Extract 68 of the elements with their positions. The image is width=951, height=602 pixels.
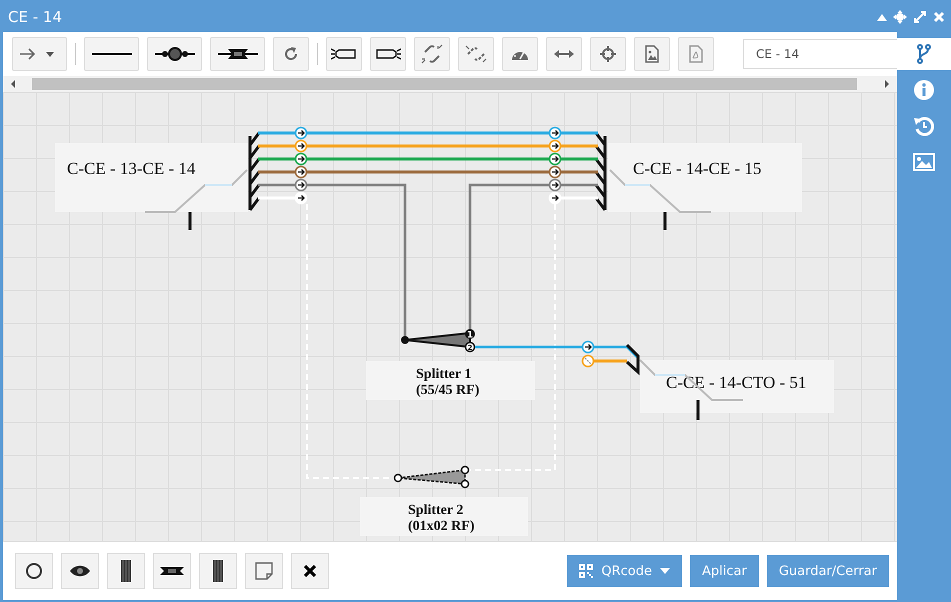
fiber-connector-icon <box>294 140 308 152</box>
note-icon <box>255 562 273 580</box>
info-icon <box>914 80 934 100</box>
splice-icon <box>218 48 258 60</box>
redo-icon <box>283 46 299 62</box>
collapse-icon <box>877 14 887 20</box>
width-icon <box>554 49 574 59</box>
fiber-connector-icon <box>548 166 562 178</box>
qrcode-icon <box>579 564 594 578</box>
circle-icon <box>25 562 43 580</box>
action-button[interactable]: Aplicar <box>690 555 759 587</box>
fiber-connector-icon <box>548 152 562 166</box>
light-source-icon <box>375 47 401 61</box>
fiber-connector-icon <box>548 192 562 204</box>
crosshair-icon <box>600 46 616 62</box>
splitter-ratio: (01x02 RF) <box>408 519 474 534</box>
caret-icon <box>660 568 670 574</box>
image-icon <box>913 153 935 171</box>
strip-icon <box>121 560 131 582</box>
tool-button[interactable] <box>61 553 99 589</box>
pdf-file-icon <box>689 45 703 63</box>
connector-icon <box>160 564 184 578</box>
splitter-ratio: (55/45 RF) <box>416 383 480 398</box>
light-source-icon <box>331 47 357 61</box>
port-number: 1 <box>466 330 474 340</box>
sidebar-tab[interactable] <box>897 38 951 70</box>
horizontal-scrollbar[interactable] <box>3 76 897 92</box>
arrow-dropdown-button[interactable] <box>12 37 67 71</box>
splitter-name: Splitter 2 <box>408 503 464 518</box>
window-title: CE - 14 <box>8 8 62 26</box>
splitter-name: Splitter 1 <box>416 367 472 382</box>
fiber-connector-icon <box>548 140 562 152</box>
delete-button[interactable] <box>291 553 329 589</box>
strip-icon <box>213 560 223 582</box>
fiber-connector-icon <box>582 354 594 368</box>
image-file-icon <box>645 45 659 63</box>
splice-icon <box>154 47 194 61</box>
fiber-connector-icon <box>548 126 562 140</box>
fiber-fan-drawing <box>626 344 640 376</box>
cable-label: C-CE - 14-CE - 15 <box>633 159 762 178</box>
fiber-connector-icon <box>294 126 308 140</box>
action-button[interactable]: Guardar/Cerrar <box>766 555 889 587</box>
fiber-connector-icon <box>294 166 308 178</box>
fiber-connector-icon <box>548 178 562 192</box>
fiber-connector-icon <box>294 152 308 166</box>
eye-icon <box>69 565 91 577</box>
line-icon <box>92 51 132 57</box>
tool-button[interactable] <box>107 553 145 589</box>
toolbar-button[interactable] <box>147 37 202 71</box>
toolbar-button[interactable] <box>370 37 406 71</box>
maximize-icon <box>913 10 927 24</box>
tool-button[interactable] <box>199 553 237 589</box>
cable-label: C-CE - 13-CE - 14 <box>67 159 196 178</box>
close-icon <box>303 564 317 578</box>
search-field[interactable]: CE - 14 <box>743 39 897 69</box>
toolbar-button[interactable] <box>326 37 362 71</box>
close-icon <box>933 11 945 23</box>
tool-button[interactable] <box>15 553 53 589</box>
history-icon <box>914 116 934 136</box>
move-icon <box>893 10 907 24</box>
branch-icon <box>917 44 931 64</box>
fiber-connector-icon <box>582 340 594 354</box>
toolbar-button[interactable] <box>210 37 265 71</box>
qrcode-dropdown-button[interactable]: QRcode <box>567 555 682 587</box>
fiber-connector-icon <box>294 178 308 192</box>
toolbar-button[interactable] <box>84 37 139 71</box>
fiber-connector-icon <box>294 192 308 204</box>
tool-button[interactable] <box>153 553 191 589</box>
